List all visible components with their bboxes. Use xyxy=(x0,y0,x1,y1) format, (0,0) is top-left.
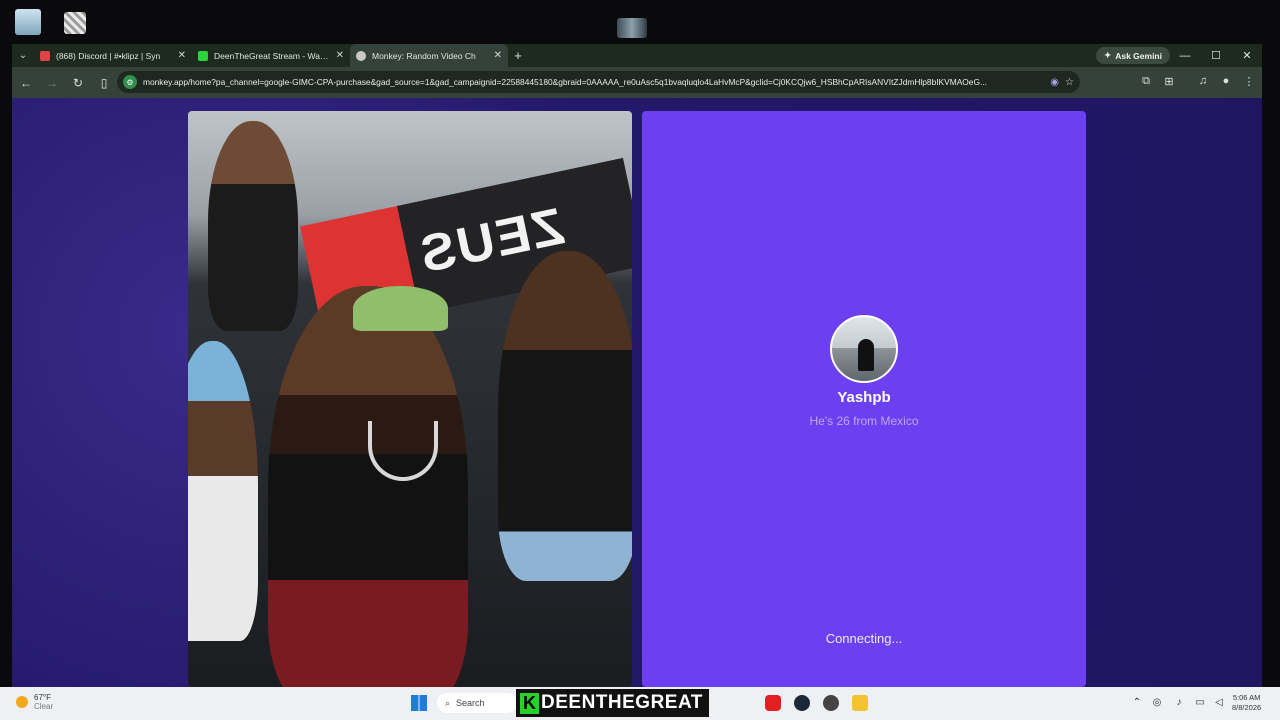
browser-window: ⌄ (868) Discord | #•klipz | Syn ✕ DeenTh… xyxy=(12,44,1262,687)
brand-k: K xyxy=(520,692,539,714)
back-button[interactable]: ← xyxy=(14,71,38,95)
taskbar: 67°F Clear ⌕ Search K DEENTHEGREAT ⌃ ◎ ♪… xyxy=(0,687,1280,720)
profile-icon[interactable]: ● xyxy=(1216,71,1236,91)
ask-gemini-button[interactable]: ✦ Ask Gemini xyxy=(1096,47,1170,64)
monkey-page: ZEUS Yashpb He's 26 from Mexico Connecti… xyxy=(12,98,1262,687)
close-tab-icon[interactable]: ✕ xyxy=(494,50,502,61)
tab-monkey[interactable]: Monkey: Random Video Ch ✕ xyxy=(350,44,508,67)
gemini-sparkle-icon: ✦ xyxy=(1104,50,1112,60)
match-subtitle: He's 26 from Mexico xyxy=(809,414,919,428)
person-figure xyxy=(498,251,632,581)
match-username: Yashpb xyxy=(837,389,891,406)
extension-shield-icon[interactable]: ◉ xyxy=(1050,77,1059,88)
system-clock[interactable]: 5:06 AM 8/8/2026 xyxy=(1232,693,1261,713)
weather-widget[interactable]: 67°F Clear xyxy=(16,693,53,711)
display-tray-icon[interactable]: ▭ xyxy=(1193,695,1207,709)
url-text[interactable]: monkey.app/home?pa_channel=google-GIMC-C… xyxy=(143,77,1044,87)
tab-strip: ⌄ (868) Discord | #•klipz | Syn ✕ DeenTh… xyxy=(12,44,1262,67)
clock-date: 8/8/2026 xyxy=(1232,703,1262,712)
self-video-feed: ZEUS xyxy=(188,111,632,687)
weather-desc: Clear xyxy=(34,702,54,711)
toolbar: ← → ↻ ▯ ⚙ monkey.app/home?pa_channel=goo… xyxy=(12,67,1262,98)
split-view-button[interactable]: ▯ xyxy=(92,71,116,95)
person-figure xyxy=(208,121,298,331)
person-figure xyxy=(268,286,468,687)
kick-favicon-icon xyxy=(198,50,208,61)
maximize-button[interactable]: ☐ xyxy=(1201,44,1231,67)
monkey-favicon-icon xyxy=(356,50,366,61)
translate-extension-icon[interactable]: ⧉ xyxy=(1136,71,1156,91)
desktop-shortcut-icon[interactable] xyxy=(617,18,647,38)
ask-gemini-label: Ask Gemini xyxy=(1115,50,1162,61)
media-icon[interactable]: ♫ xyxy=(1193,71,1213,91)
tab-title: (868) Discord | #•klipz | Syn xyxy=(56,50,161,61)
discord-favicon-icon xyxy=(40,50,50,61)
weather-moon-icon xyxy=(16,696,28,708)
close-tab-icon[interactable]: ✕ xyxy=(336,50,344,61)
chevron-up-icon[interactable]: ⌃ xyxy=(1130,695,1144,709)
recycle-bin-icon[interactable] xyxy=(15,9,41,35)
match-panel: Yashpb He's 26 from Mexico Connecting... xyxy=(642,111,1086,687)
taskbar-search[interactable]: ⌕ Search xyxy=(437,693,517,713)
bookmark-star-icon[interactable]: ☆ xyxy=(1065,77,1074,88)
site-info-icon[interactable]: ⚙ xyxy=(123,75,137,89)
network-tray-icon[interactable]: ◎ xyxy=(1150,695,1164,709)
clock-time: 5:06 AM xyxy=(1232,693,1261,702)
menu-kebab-icon[interactable]: ⋮ xyxy=(1239,71,1259,91)
desktop: ⌄ (868) Discord | #•klipz | Syn ✕ DeenTh… xyxy=(0,0,1280,720)
search-label: Search xyxy=(456,698,485,708)
tab-discord[interactable]: (868) Discord | #•klipz | Syn ✕ xyxy=(34,44,192,67)
hat xyxy=(353,286,448,331)
tab-search-dropdown[interactable]: ⌄ xyxy=(12,44,34,67)
address-bar[interactable]: ⚙ monkey.app/home?pa_channel=google-GIMC… xyxy=(117,71,1080,93)
streamer-overlay-logo: K DEENTHEGREAT xyxy=(516,689,709,717)
obs-icon[interactable] xyxy=(823,695,839,711)
tab-title: Monkey: Random Video Ch xyxy=(372,50,476,61)
steam-icon[interactable] xyxy=(794,695,810,711)
search-icon: ⌕ xyxy=(445,697,451,708)
extensions-puzzle-icon[interactable]: ⊞ xyxy=(1159,71,1179,91)
brand-name: DEENTHEGREAT xyxy=(541,692,703,713)
weather-temp: 67°F xyxy=(34,693,51,702)
desktop-app-icon[interactable] xyxy=(64,12,86,34)
close-window-button[interactable]: ✕ xyxy=(1232,44,1262,67)
youtube-icon[interactable] xyxy=(765,695,781,711)
connection-status: Connecting... xyxy=(825,631,903,646)
new-tab-button[interactable]: + xyxy=(508,48,528,63)
mic-tray-icon[interactable]: ♪ xyxy=(1172,695,1186,709)
tab-title: DeenTheGreat Stream - Watch xyxy=(214,50,330,61)
tab-deenthegreat-stream[interactable]: DeenTheGreat Stream - Watch ✕ xyxy=(192,44,350,67)
volume-tray-icon[interactable]: ◁ xyxy=(1212,695,1226,709)
match-avatar xyxy=(830,315,898,383)
file-explorer-icon[interactable] xyxy=(852,695,868,711)
windows-start-icon[interactable] xyxy=(411,695,427,711)
minimize-button[interactable]: — xyxy=(1170,44,1200,67)
reload-button[interactable]: ↻ xyxy=(66,71,90,95)
close-tab-icon[interactable]: ✕ xyxy=(178,50,186,61)
avatar-silhouette xyxy=(858,339,874,371)
forward-button[interactable]: → xyxy=(40,71,64,95)
